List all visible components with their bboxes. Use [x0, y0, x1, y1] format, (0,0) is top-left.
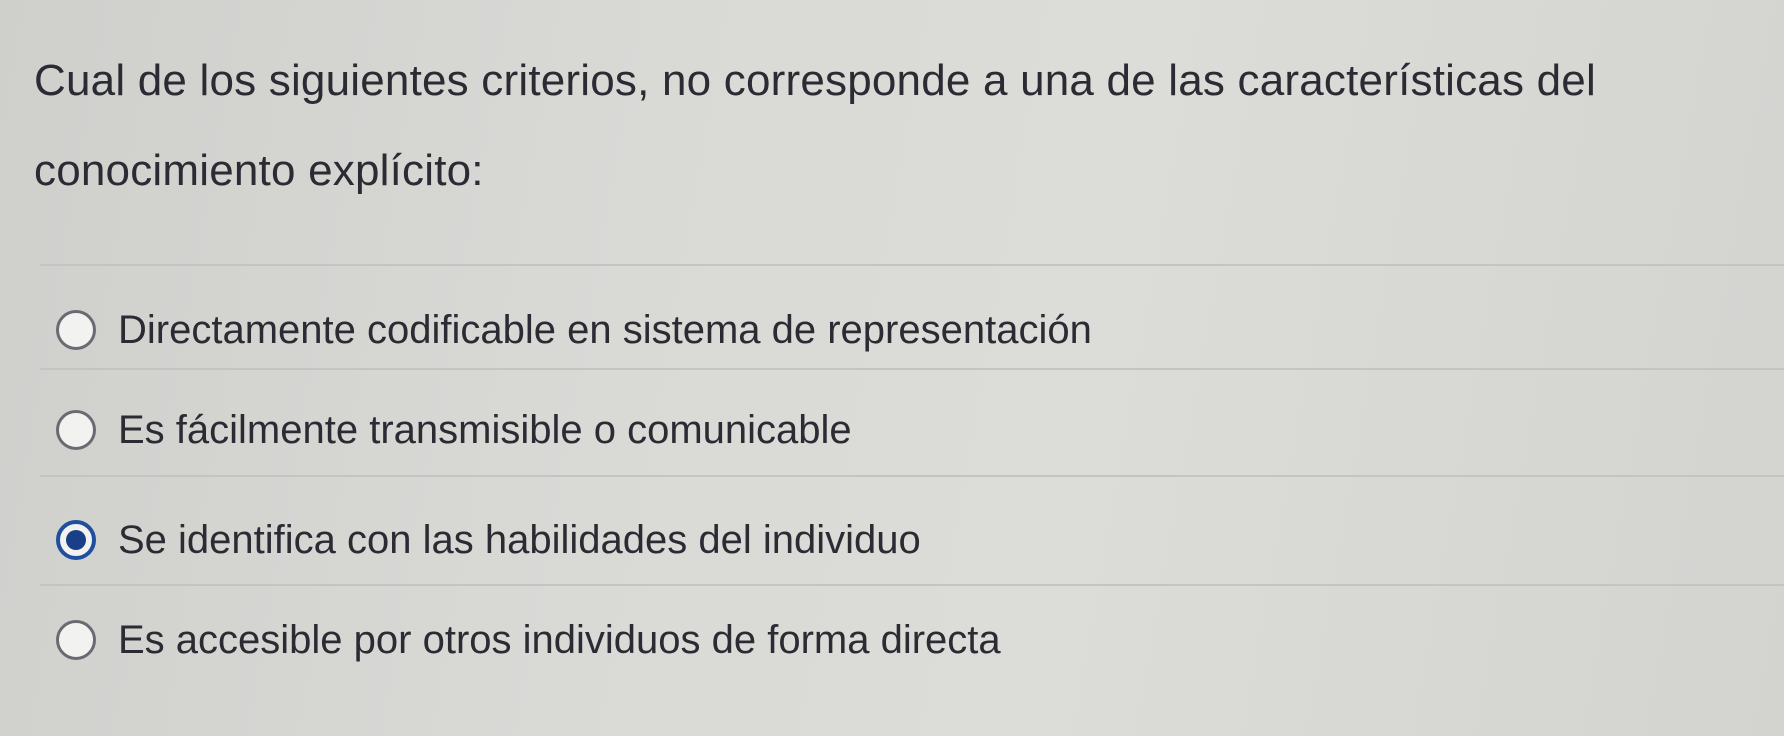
radio-unchecked-icon[interactable] [56, 410, 96, 450]
question-text: Cual de los siguientes criterios, no cor… [34, 56, 1596, 195]
radio-unchecked-icon[interactable] [56, 620, 96, 660]
radio-dot-icon [66, 530, 86, 550]
option-facilmente-transmisible[interactable]: Es fácilmente transmisible o comunicable [56, 400, 852, 460]
radio-checked-icon[interactable] [56, 520, 96, 560]
option-es-accesible[interactable]: Es accesible por otros individuos de for… [56, 610, 1001, 670]
divider [40, 475, 1784, 477]
option-label: Es accesible por otros individuos de for… [118, 617, 1001, 662]
divider [40, 264, 1784, 266]
option-label: Es fácilmente transmisible o comunicable [118, 407, 852, 452]
option-label: Directamente codificable en sistema de r… [118, 307, 1092, 352]
option-se-identifica[interactable]: Se identifica con las habilidades del in… [56, 510, 921, 570]
option-label: Se identifica con las habilidades del in… [118, 517, 921, 562]
divider [40, 368, 1784, 370]
divider [40, 584, 1784, 586]
radio-unchecked-icon[interactable] [56, 310, 96, 350]
option-directamente-codificable[interactable]: Directamente codificable en sistema de r… [56, 300, 1092, 360]
